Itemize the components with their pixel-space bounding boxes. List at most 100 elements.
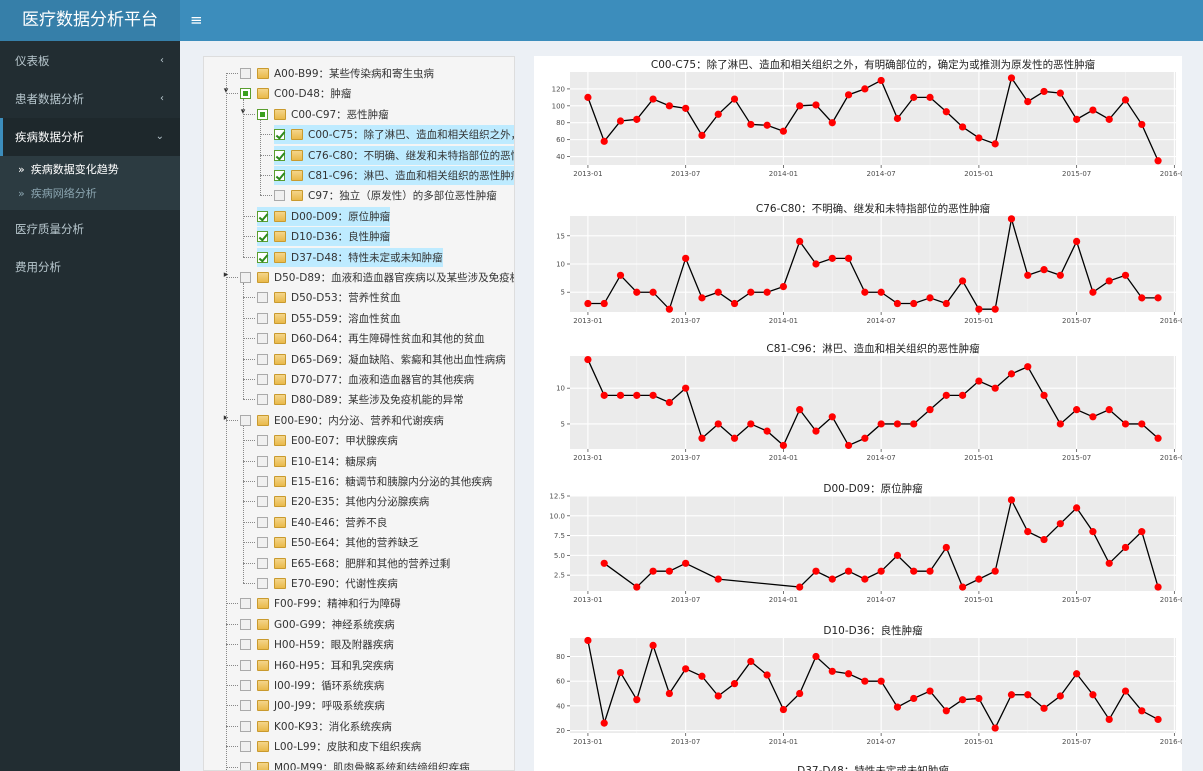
tree-checkbox[interactable] [240, 639, 251, 651]
tree-checkbox[interactable] [274, 149, 285, 161]
data-point [1121, 96, 1130, 104]
data-point [730, 95, 739, 103]
tree-checkbox[interactable] [274, 190, 285, 202]
data-point [714, 420, 722, 428]
data-point [1007, 691, 1016, 699]
tree-node[interactable]: D10-D36：良性肿瘤 [257, 227, 391, 247]
subitem-disease-network[interactable]: » 疾病网络分析 [0, 182, 180, 206]
tree-checkbox[interactable] [240, 700, 251, 712]
tree-node[interactable]: K00-K93：消化系统疾病 [240, 717, 392, 736]
x-tick-label: 2013-01 [573, 170, 602, 178]
y-tick-label: 100 [552, 102, 565, 110]
sidebar-item-cost-analysis[interactable]: 费用分析 [0, 248, 180, 286]
app-title[interactable]: 医疗数据分析平台 [0, 0, 180, 41]
tree-node[interactable]: C81-C96：淋巴、造血和相关组织的恶性肿瘤 [274, 166, 514, 185]
tree-checkbox[interactable] [257, 231, 268, 243]
tree-node[interactable]: C00-D48：肿瘤 [240, 84, 351, 103]
tree-checkbox[interactable] [240, 680, 251, 691]
tree-checkbox[interactable] [240, 272, 251, 283]
tree-checkbox[interactable] [257, 394, 268, 406]
tree-node[interactable]: I00-I99：循环系统疾病 [240, 676, 384, 695]
tree-checkbox[interactable] [240, 618, 251, 630]
tree-node[interactable]: A00-B99：某些传染病和寄生虫病 [240, 64, 434, 83]
tree-node[interactable]: E00-E07：甲状腺疾病 [257, 431, 398, 450]
tree-checkbox[interactable] [257, 496, 268, 508]
data-point [942, 543, 950, 552]
data-point [763, 121, 771, 129]
tree-checkbox[interactable] [240, 659, 251, 671]
tree-node[interactable]: G00-G99：神经系统疾病 [240, 615, 395, 634]
tree-node[interactable]: D37-D48：特性未定或未知肿瘤 [257, 247, 443, 267]
data-point [649, 567, 657, 575]
sidebar-item-disease-analysis[interactable]: 疾病数据分析 ⌄ [0, 118, 180, 156]
tree-node[interactable]: E10-E14：糖尿病 [257, 452, 377, 471]
data-point [877, 76, 885, 85]
tree-checkbox[interactable] [240, 598, 251, 610]
data-point [633, 391, 641, 399]
tree-checkbox[interactable] [257, 374, 268, 385]
tree-checkbox[interactable] [240, 414, 251, 426]
x-tick-label: 2016-01 [1160, 317, 1182, 325]
data-point [584, 299, 592, 308]
tree-checkbox[interactable] [257, 292, 268, 304]
tree-checkbox[interactable] [257, 578, 268, 589]
subitem-disease-trend[interactable]: » 疾病数据变化趋势 [0, 158, 180, 182]
sidebar-item-quality-analysis[interactable]: 医疗质量分析 [0, 210, 180, 248]
tree-node[interactable]: D60-D64：再生障碍性贫血和其他的贫血 [257, 329, 485, 348]
tree-node[interactable]: D80-D89：某些涉及免疫机能的异常 [257, 390, 464, 409]
tree-checkbox[interactable] [257, 435, 268, 447]
tree-node[interactable]: D55-D59：溶血性贫血 [257, 309, 401, 328]
sidebar-toggle-icon[interactable]: ≡ [180, 0, 210, 41]
tree-checkbox[interactable] [257, 353, 268, 365]
tree-checkbox[interactable] [257, 333, 268, 345]
tree-node[interactable]: M00-M99：肌肉骨骼系统和结缔组织疾病 [240, 758, 470, 770]
tree-node[interactable]: E15-E16：糖调节和胰腺内分泌的其他疾病 [257, 472, 492, 491]
tree-checkbox[interactable] [240, 88, 251, 100]
tree-node[interactable]: C00-C97：恶性肿瘤 [257, 105, 389, 124]
data-point [1073, 237, 1081, 246]
sidebar: 仪表板 ‹ 患者数据分析 ‹ 疾病数据分析 ⌄ » 疾病数据变化趋势 » 疾病网络分… [0, 41, 180, 771]
tree-node[interactable]: F00-F99：精神和行为障碍 [240, 594, 401, 613]
tree-checkbox[interactable] [257, 557, 268, 569]
sidebar-item-dashboard[interactable]: 仪表板 ‹ [0, 42, 180, 80]
tree-checkbox[interactable] [257, 108, 268, 120]
chart-title: C76-C80：不明确、继发和未特指部位的恶性肿瘤 [756, 202, 991, 215]
tree-checkbox[interactable] [257, 455, 268, 467]
tree-node[interactable]: E20-E35：其他内分泌腺疾病 [257, 492, 429, 511]
disease-tree[interactable]: A00-B99：某些传染病和寄生虫病 C00-D48：肿瘤 ▾ C00-C97：恶性肿… [203, 56, 515, 771]
tree-checkbox[interactable] [240, 68, 251, 79]
y-tick-label: 60 [556, 136, 565, 144]
tree-checkbox[interactable] [274, 129, 285, 141]
tree-checkbox[interactable] [257, 251, 268, 263]
sidebar-item-patient-analysis[interactable]: 患者数据分析 ‹ [0, 80, 180, 118]
tree-node[interactable]: E70-E90：代谢性疾病 [257, 574, 398, 593]
tree-checkbox[interactable] [257, 210, 268, 222]
tree-node[interactable]: J00-J99：呼吸系统疾病 [240, 696, 385, 715]
tree-node[interactable]: H60-H95：耳和乳突疾病 [240, 656, 394, 675]
tree-node[interactable]: D65-D69：凝血缺陷、紫癜和其他出血性病病 [257, 350, 506, 369]
tree-node[interactable]: C00-C75：除了淋巴、造血和相关组织之外，有明确部位的，确定为或推测为原发性… [274, 125, 514, 145]
tree-node[interactable]: D50-D53：营养性贫血 [257, 288, 401, 307]
tree-checkbox[interactable] [257, 516, 268, 528]
tree-checkbox[interactable] [257, 537, 268, 549]
tree-node[interactable]: E40-E46：营养不良 [257, 513, 387, 532]
tree-node[interactable]: D00-D09：原位肿瘤 [257, 206, 391, 226]
tree-node[interactable]: E50-E64：其他的营养缺乏 [257, 533, 419, 552]
folder-icon [274, 516, 286, 528]
data-point [893, 420, 902, 428]
tree-node[interactable]: C76-C80：不明确、继发和未特指部位的恶性肿瘤 [274, 145, 514, 165]
tree-node[interactable]: E65-E68：肥胖和其他的营养过剩 [257, 554, 450, 573]
tree-checkbox[interactable] [274, 170, 285, 181]
tree-checkbox[interactable] [240, 741, 251, 753]
tree-node[interactable]: H00-H59：眼及附器疾病 [240, 635, 394, 654]
tree-node[interactable]: C97：独立（原发性）的多部位恶性肿瘤 [274, 186, 497, 205]
tree-node[interactable]: D50-D89：血液和造血器官疾病以及某些涉及免疫机能的疾患 [240, 268, 514, 287]
tree-node[interactable]: D70-D77：血液和造血器官的其他疾病 [257, 370, 474, 389]
tree-checkbox[interactable] [240, 720, 251, 732]
tree-checkbox[interactable] [240, 761, 251, 770]
tree-checkbox[interactable] [257, 312, 268, 324]
data-point [942, 391, 950, 399]
tree-checkbox[interactable] [257, 476, 268, 487]
tree-node[interactable]: E00-E90：内分泌、营养和代谢疾病 [240, 411, 444, 430]
tree-node[interactable]: L00-L99：皮肤和皮下组织疾病 [240, 737, 421, 756]
